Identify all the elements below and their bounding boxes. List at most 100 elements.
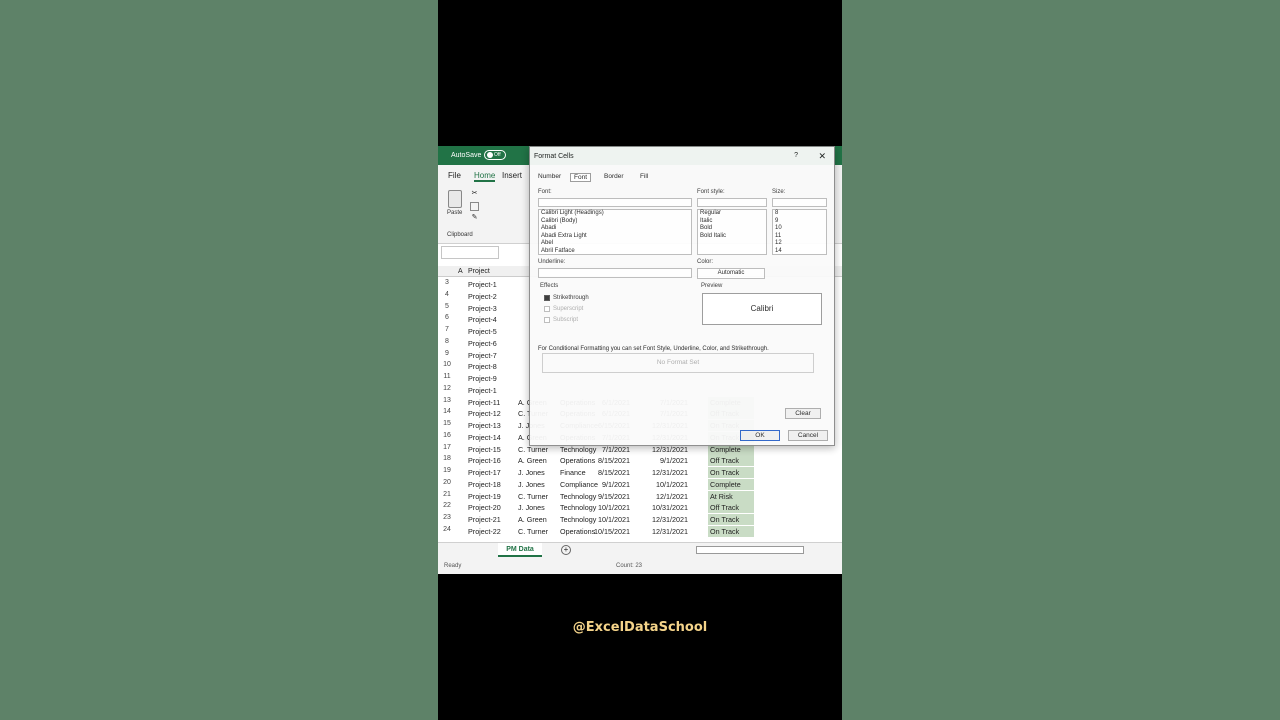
cell-start[interactable]: 8/15/2021 [598,456,630,465]
cell-owner[interactable]: A. Green [518,456,547,465]
list-item[interactable]: 11 [773,233,826,241]
row-number[interactable]: 12 [438,385,456,392]
table-row[interactable]: Project-20 J. Jones Technology 10/1/2021 10/… [456,502,756,514]
row-number[interactable]: 4 [438,291,456,298]
cell-start[interactable]: 9/15/2021 [598,492,630,501]
cell-project[interactable]: Project-1 [468,386,497,395]
tab-font[interactable]: Font [570,173,592,182]
horizontal-scrollbar[interactable] [696,546,804,554]
cell-dept[interactable]: Technology [560,492,596,501]
menu-file[interactable]: File [448,171,461,180]
name-box[interactable] [441,246,499,259]
cell-status[interactable]: Off Track [708,455,754,467]
scissors-icon[interactable]: ✂ [470,190,479,199]
underline-select[interactable] [538,268,692,278]
copy-icon[interactable] [470,202,479,211]
font-input[interactable] [538,198,692,207]
cell-project[interactable]: Project-3 [468,304,497,313]
row-number[interactable]: 11 [438,373,456,380]
cell-project[interactable]: Project-12 [468,409,501,418]
cell-owner[interactable]: C. Turner [518,527,548,536]
list-item[interactable]: Calibri (Body) [539,218,691,226]
cell-start[interactable]: 10/15/2021 [594,527,630,536]
tab-border[interactable]: Border [604,173,624,180]
strikethrough-checkbox[interactable] [544,295,550,301]
row-number[interactable]: 8 [438,338,456,345]
table-row[interactable]: Project-16 A. Green Operations 8/15/2021 9/1… [456,455,756,467]
clear-button[interactable]: Clear [785,408,821,419]
list-item[interactable]: Abadi [539,225,691,233]
cell-project[interactable]: Project-1 [468,280,497,289]
table-row[interactable]: Project-17 J. Jones Finance 8/15/2021 12/31/… [456,467,756,479]
row-number[interactable]: 9 [438,350,456,357]
cell-status[interactable]: Off Track [708,502,754,514]
cell-dept[interactable]: Operations [560,456,595,465]
font-style-list[interactable]: Regular Italic Bold Bold Italic [697,209,767,255]
cell-end[interactable]: 10/31/2021 [652,503,688,512]
cell-owner[interactable]: C. Turner [518,492,548,501]
list-item[interactable]: 9 [773,218,826,226]
cell-project[interactable]: Project-2 [468,292,497,301]
size-list[interactable]: 8 9 10 11 12 14 [772,209,827,255]
font-list[interactable]: Calibri Light (Headings) Calibri (Body) Ab… [538,209,692,255]
list-item[interactable]: Bold Italic [698,233,766,241]
cell-status[interactable]: On Track [708,525,754,537]
list-item[interactable]: Abadi Extra Light [539,233,691,241]
row-number[interactable]: 17 [438,444,456,451]
list-item[interactable]: Calibri Light (Headings) [539,210,691,218]
tab-number[interactable]: Number [538,173,561,180]
row-number[interactable]: 23 [438,514,456,521]
cell-project[interactable]: Project-19 [468,492,501,501]
row-number[interactable]: 14 [438,408,456,415]
help-button[interactable]: ? [794,152,798,159]
menu-insert[interactable]: Insert [502,171,522,180]
row-number[interactable]: 3 [438,279,456,286]
cell-status[interactable]: At Risk [708,490,754,502]
cell-status[interactable]: On Track [708,467,754,478]
list-item[interactable]: Abril Fatface [539,248,691,256]
cell-end[interactable]: 9/1/2021 [660,456,688,465]
font-style-input[interactable] [697,198,767,207]
cell-end[interactable]: 10/1/2021 [656,480,688,489]
cell-owner[interactable]: J. Jones [518,468,545,477]
format-painter-icon[interactable]: ✎ [470,214,479,223]
table-row[interactable]: Project-19 C. Turner Technology 9/15/2021 12… [456,490,756,503]
list-item[interactable]: 14 [773,248,826,256]
list-item[interactable]: Italic [698,218,766,226]
cell-end[interactable]: 12/31/2021 [652,468,688,477]
cell-project[interactable]: Project-5 [468,327,497,336]
tab-fill[interactable]: Fill [640,173,648,180]
cell-end[interactable]: 12/31/2021 [652,515,688,524]
cell-dept[interactable]: Technology [560,515,596,524]
row-number[interactable]: 5 [438,303,456,310]
color-select[interactable]: Automatic [697,268,765,279]
cell-project[interactable]: Project-14 [468,433,501,442]
row-number[interactable]: 20 [438,479,456,486]
row-number[interactable]: 21 [438,491,456,498]
cell-owner[interactable]: A. Green [518,515,547,524]
cell-status[interactable]: On Track [708,514,754,525]
cell-project[interactable]: Project-9 [468,374,497,383]
list-item[interactable]: 12 [773,240,826,248]
table-row[interactable]: Project-22 C. Turner Operations 10/15/2021 1… [456,525,756,538]
cell-dept[interactable]: Compliance [560,480,598,489]
list-item[interactable]: 10 [773,225,826,233]
ok-button[interactable]: OK [740,430,780,441]
cell-start[interactable]: 10/1/2021 [598,515,630,524]
cell-project[interactable]: Project-13 [468,421,501,430]
cell-project[interactable]: Project-7 [468,351,497,360]
cell-end[interactable]: 12/31/2021 [652,527,688,536]
list-item[interactable]: Regular [698,210,766,218]
cell-owner[interactable]: J. Jones [518,503,545,512]
table-row[interactable]: Project-18 J. Jones Compliance 9/1/2021 10/1… [456,478,756,491]
row-number[interactable]: 15 [438,420,456,427]
cell-project[interactable]: Project-18 [468,480,501,489]
row-number[interactable]: 16 [438,432,456,439]
close-icon[interactable]: ✕ [818,151,826,162]
cell-dept[interactable]: Technology [560,503,596,512]
add-sheet-icon[interactable]: + [561,545,571,555]
cell-start[interactable]: 8/15/2021 [598,468,630,477]
cell-project[interactable]: Project-22 [468,527,501,536]
cell-dept[interactable]: Operations [560,527,595,536]
cancel-button[interactable]: Cancel [788,430,828,441]
